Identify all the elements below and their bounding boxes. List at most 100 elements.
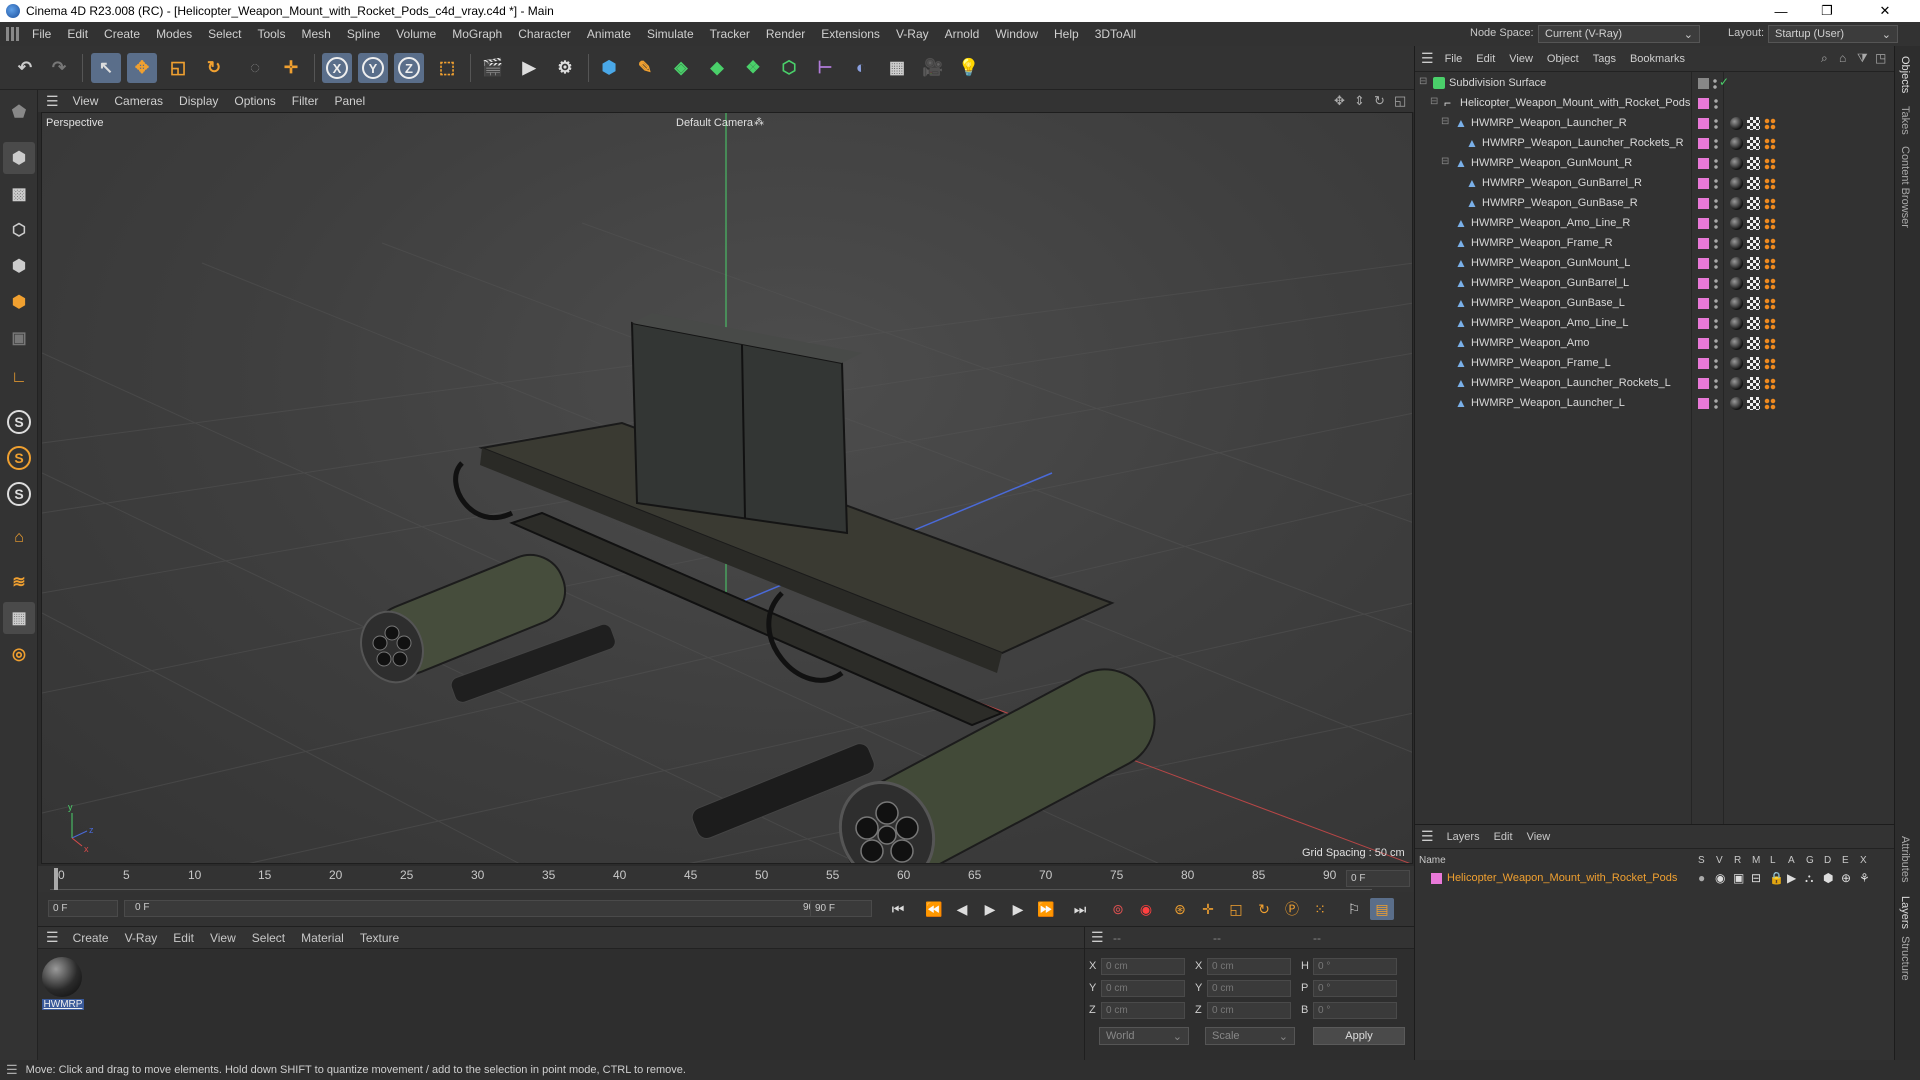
- render-to-picture-viewer-icon[interactable]: ▶: [514, 53, 544, 83]
- menu-render[interactable]: Render: [758, 27, 813, 41]
- expressions-icon[interactable]: ⊕: [1841, 871, 1851, 885]
- viewport-menu-display[interactable]: Display: [171, 94, 226, 108]
- uvw-tag-icon[interactable]: [1747, 337, 1760, 350]
- uvw-tag-icon[interactable]: [1747, 137, 1760, 150]
- start-frame-field[interactable]: 0 F: [48, 900, 118, 917]
- object-row[interactable]: ▲ HWMRP_Weapon_Frame_R: [1415, 234, 1895, 254]
- object-name[interactable]: HWMRP_Weapon_GunBarrel_L: [1471, 277, 1629, 289]
- object-name[interactable]: HWMRP_Weapon_Frame_L: [1471, 357, 1611, 369]
- visibility-dots-icon[interactable]: [1714, 358, 1718, 370]
- object-name[interactable]: HWMRP_Weapon_Amo_Line_R: [1471, 217, 1630, 229]
- object-row[interactable]: ▲ HWMRP_Weapon_Launcher_L: [1415, 394, 1895, 414]
- lock-icon[interactable]: 🔒: [1769, 871, 1784, 885]
- object-row[interactable]: ▲ HWMRP_Weapon_Launcher_Rockets_R: [1415, 134, 1895, 154]
- visibility-dots-icon[interactable]: [1714, 118, 1718, 130]
- texture-mode-icon[interactable]: ▩: [3, 178, 35, 210]
- visibility-dots-icon[interactable]: [1714, 158, 1718, 170]
- record-keys-icon[interactable]: ⊚: [1106, 898, 1130, 920]
- object-row[interactable]: ▲ HWMRP_Weapon_Launcher_Rockets_L: [1415, 374, 1895, 394]
- object-row[interactable]: ▲ HWMRP_Weapon_GunBarrel_L: [1415, 274, 1895, 294]
- playhead[interactable]: [54, 868, 58, 890]
- expand-toggle-icon[interactable]: ⊟: [1430, 96, 1438, 107]
- end-frame-field[interactable]: 90 F: [810, 900, 872, 917]
- size-y-field[interactable]: 0 cm: [1207, 980, 1291, 997]
- rot-p-field[interactable]: 0 °: [1313, 980, 1397, 997]
- object-row[interactable]: ▲ HWMRP_Weapon_Amo_Line_R: [1415, 214, 1895, 234]
- object-name[interactable]: HWMRP_Weapon_Amo_Line_L: [1471, 317, 1629, 329]
- selection-tag-icon[interactable]: [1764, 218, 1776, 230]
- menu-create[interactable]: Create: [96, 27, 148, 41]
- cube-primitive-icon[interactable]: ⬢: [594, 53, 624, 83]
- layout-dropdown[interactable]: Startup (User) ⌄: [1768, 25, 1898, 43]
- hamburger-icon[interactable]: ☰: [6, 1062, 18, 1078]
- make-editable-icon[interactable]: ⬟: [3, 96, 35, 128]
- x-axis-lock-button[interactable]: X: [322, 53, 352, 83]
- uvw-tag-icon[interactable]: [1747, 377, 1760, 390]
- material-tag-icon[interactable]: [1730, 137, 1743, 150]
- layer-color-swatch[interactable]: [1698, 238, 1709, 249]
- home-icon[interactable]: ⌂: [1839, 51, 1846, 65]
- menu-modes[interactable]: Modes: [148, 27, 200, 41]
- current-frame-field[interactable]: 0 F: [1346, 870, 1410, 887]
- object-name[interactable]: HWMRP_Weapon_Launcher_Rockets_L: [1471, 377, 1671, 389]
- visibility-dots-icon[interactable]: [1714, 378, 1718, 390]
- layer-color-swatch[interactable]: [1698, 298, 1709, 309]
- menu-file[interactable]: File: [24, 27, 59, 41]
- render-view-icon[interactable]: 🎬: [478, 53, 508, 83]
- selection-tag-icon[interactable]: [1764, 378, 1776, 390]
- rotate-view-icon[interactable]: ↻: [1374, 93, 1385, 109]
- quantize-icon[interactable]: S: [3, 478, 35, 510]
- visibility-dots-icon[interactable]: [1713, 78, 1717, 90]
- object-menu-tags[interactable]: Tags: [1586, 53, 1623, 65]
- y-axis-lock-button[interactable]: Y: [358, 53, 388, 83]
- object-row[interactable]: ▲ HWMRP_Weapon_Frame_L: [1415, 354, 1895, 374]
- selection-tag-icon[interactable]: [1764, 398, 1776, 410]
- tab-layers[interactable]: Layers: [1899, 896, 1911, 929]
- menu-select[interactable]: Select: [200, 27, 249, 41]
- xref-icon[interactable]: ⚘: [1859, 871, 1870, 885]
- selection-tag-icon[interactable]: [1764, 178, 1776, 190]
- layer-empty-swatch[interactable]: [1698, 78, 1709, 89]
- hamburger-icon[interactable]: ☰: [1421, 828, 1434, 845]
- object-row[interactable]: ▲ HWMRP_Weapon_GunBase_L: [1415, 294, 1895, 314]
- menu-window[interactable]: Window: [987, 27, 1046, 41]
- pos-z-field[interactable]: 0 cm: [1101, 1002, 1185, 1019]
- material-tag-icon[interactable]: [1730, 297, 1743, 310]
- tab-content-browser[interactable]: Content Browser: [1899, 146, 1911, 228]
- mograph-icon[interactable]: ⬡: [774, 53, 804, 83]
- object-name[interactable]: HWMRP_Weapon_GunMount_R: [1471, 157, 1632, 169]
- layer-color-swatch[interactable]: [1698, 98, 1709, 109]
- visible-eye-icon[interactable]: ◉: [1715, 871, 1725, 885]
- selection-tag-icon[interactable]: [1764, 298, 1776, 310]
- recent-tool-icon[interactable]: ✛: [276, 53, 306, 83]
- workplane-icon[interactable]: ∟: [3, 362, 35, 394]
- material-tag-icon[interactable]: [1730, 217, 1743, 230]
- hamburger-icon[interactable]: ☰: [1091, 929, 1104, 946]
- selection-tag-icon[interactable]: [1764, 338, 1776, 350]
- model-mode-icon[interactable]: ⬢: [3, 142, 35, 174]
- move-view-icon[interactable]: ✥: [1334, 93, 1345, 109]
- material-menu-vray[interactable]: V-Ray: [117, 931, 166, 945]
- go-to-end-icon[interactable]: ⏭: [1068, 898, 1092, 920]
- menu-volume[interactable]: Volume: [388, 27, 444, 41]
- polygons-mode-icon[interactable]: ⬢: [3, 286, 35, 318]
- hamburger-icon[interactable]: ☰: [46, 93, 59, 110]
- visibility-dots-icon[interactable]: [1714, 238, 1718, 250]
- autokey-icon[interactable]: ◉: [1134, 898, 1158, 920]
- position-key-icon[interactable]: ✛: [1196, 898, 1220, 920]
- deformers-icon[interactable]: ⬢: [1823, 871, 1833, 885]
- object-name[interactable]: HWMRP_Weapon_Amo: [1471, 337, 1589, 349]
- layer-color-swatch[interactable]: [1698, 358, 1709, 369]
- cloner-icon[interactable]: ❖: [738, 53, 768, 83]
- uvw-tag-icon[interactable]: [1747, 197, 1760, 210]
- layer-color-swatch[interactable]: [1698, 318, 1709, 329]
- visibility-dots-icon[interactable]: [1714, 198, 1718, 210]
- object-menu-view[interactable]: View: [1502, 53, 1540, 65]
- next-frame-icon[interactable]: ▶: [1006, 898, 1030, 920]
- material-tag-icon[interactable]: [1730, 277, 1743, 290]
- layer-menu-view[interactable]: View: [1520, 831, 1558, 843]
- size-z-field[interactable]: 0 cm: [1207, 1002, 1291, 1019]
- magnet-icon[interactable]: ⌂: [3, 522, 35, 554]
- coordinate-space-dropdown[interactable]: World ⌄: [1099, 1027, 1189, 1045]
- zoom-view-icon[interactable]: ⇕: [1354, 93, 1365, 109]
